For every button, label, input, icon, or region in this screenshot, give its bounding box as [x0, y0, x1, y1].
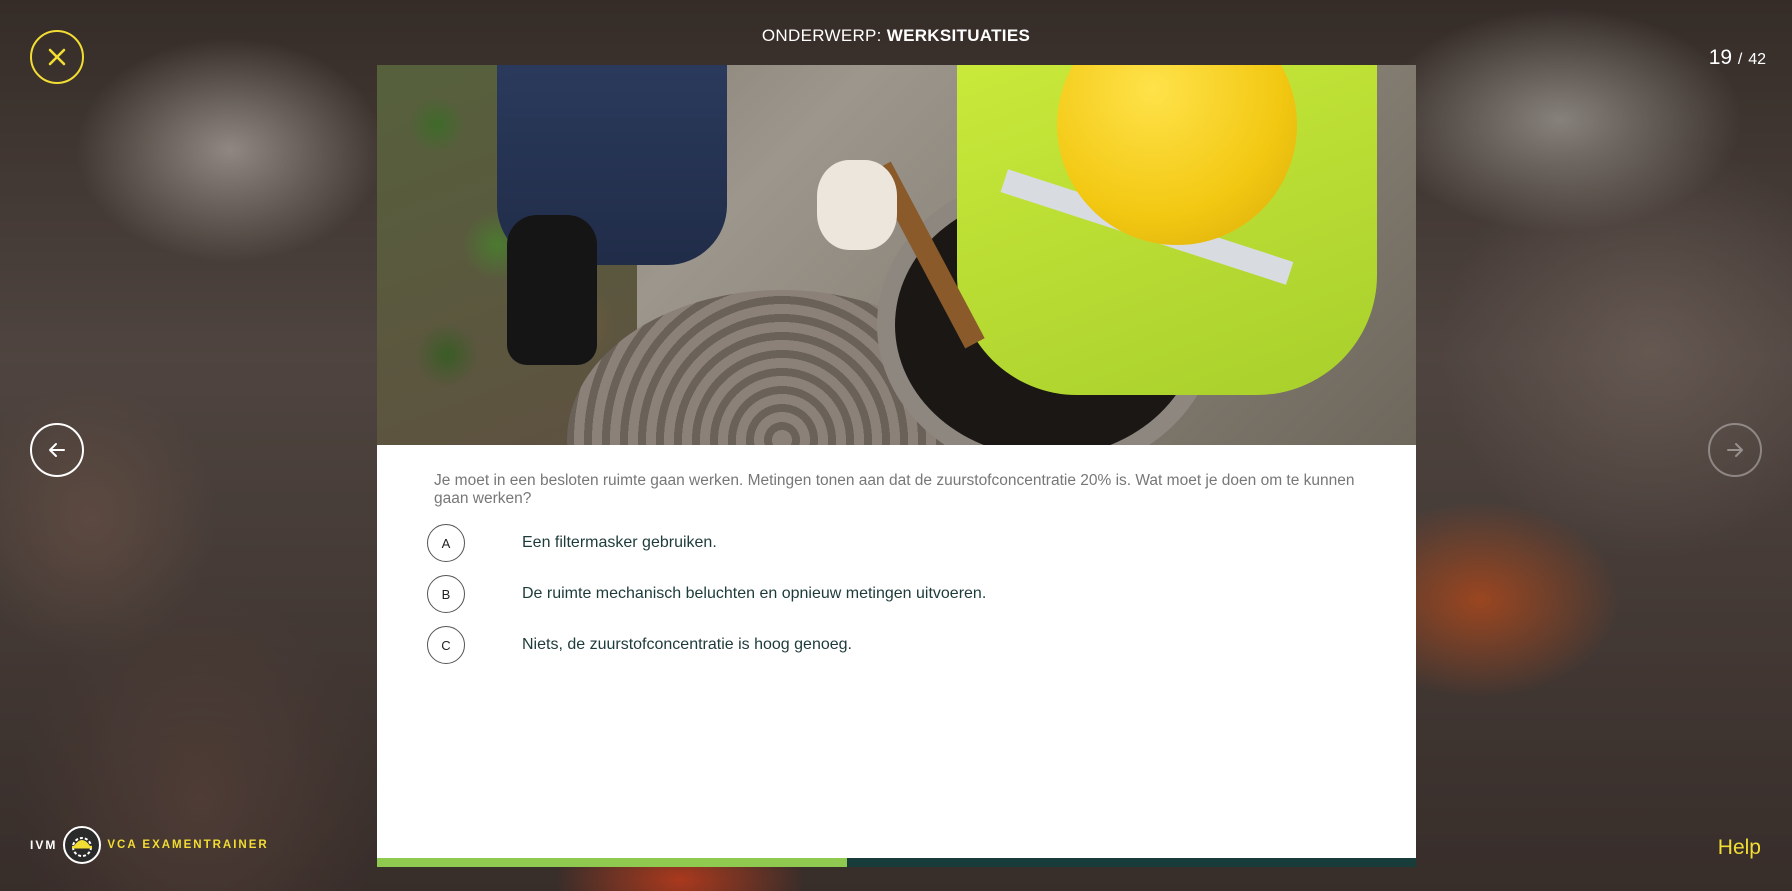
arrow-right-icon [1727, 443, 1743, 457]
question-text: Je moet in een besloten ruimte gaan werk… [434, 472, 1355, 507]
close-icon [48, 48, 66, 66]
progress-bar [377, 858, 1416, 867]
help-link[interactable]: Help [1718, 836, 1761, 860]
logo-brand-text: VCA EXAMENTRAINER [107, 839, 269, 851]
counter-separator: / [1737, 51, 1743, 68]
hardhat-gear-icon [63, 826, 102, 864]
topic-prefix: ONDERWERP: [761, 26, 882, 45]
answer-list: A Een filtermasker gebruiken. B De ruimt… [377, 524, 1416, 664]
topic-heading: ONDERWERP: WERKSITUATIES [0, 26, 1792, 46]
answer-option-b[interactable]: B De ruimte mechanisch beluchten en opni… [427, 575, 1416, 613]
answer-option-c[interactable]: C Niets, de zuurstofconcentratie is hoog… [427, 626, 1416, 664]
logo-ivm-text: IVM [30, 838, 58, 852]
answer-text-a[interactable]: Een filtermasker gebruiken. [522, 534, 717, 552]
answer-option-a[interactable]: A Een filtermasker gebruiken. [427, 524, 1416, 562]
answer-letter-c[interactable]: C [427, 626, 465, 664]
logo: IVM VCA EXAMENTRAINER [30, 826, 269, 864]
counter-current: 19 [1708, 46, 1733, 69]
next-question-button[interactable] [1708, 423, 1762, 477]
question-counter: 19 / 42 [1709, 46, 1766, 70]
question-card: Je moet in een besloten ruimte gaan werk… [377, 65, 1416, 867]
previous-question-button[interactable] [30, 423, 84, 477]
counter-total: 42 [1748, 51, 1766, 68]
photo-glove [817, 160, 897, 250]
topic-value: WERKSITUATIES [886, 26, 1031, 45]
answer-text-b[interactable]: De ruimte mechanisch beluchten en opnieu… [522, 585, 986, 603]
arrow-left-icon [49, 443, 65, 457]
close-button[interactable] [30, 30, 84, 84]
answer-text-c[interactable]: Niets, de zuurstofconcentratie is hoog g… [522, 636, 852, 654]
answer-letter-b[interactable]: B [427, 575, 465, 613]
question-photo [377, 65, 1416, 445]
answer-letter-a[interactable]: A [427, 524, 465, 562]
progress-fill [377, 858, 847, 867]
photo-boot [507, 215, 597, 365]
